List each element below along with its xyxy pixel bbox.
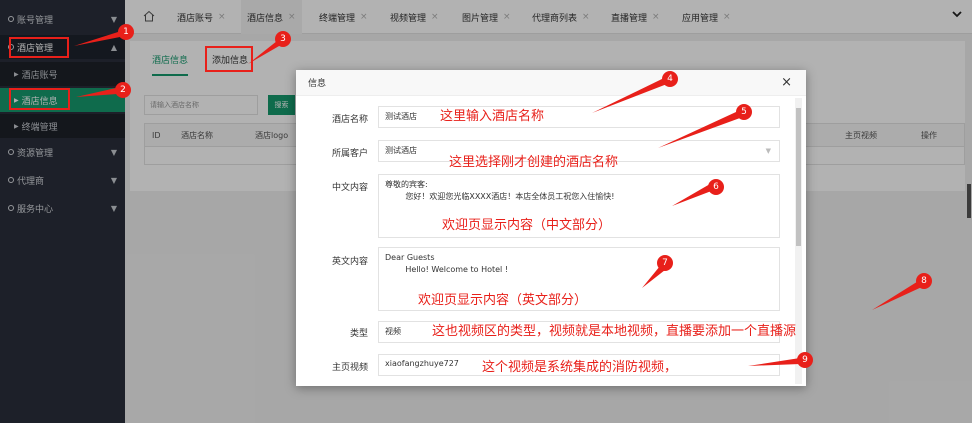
annotation-badge: 8 [916, 273, 932, 289]
annotation-text: 这也视频区的类型，视频就是本地视频，直播要添加一个直播源 [432, 324, 797, 339]
annotation-text: 这个视频是系统集成的消防视频， [482, 360, 678, 375]
annotation-badge: 6 [708, 179, 724, 195]
annotation-text: 欢迎页显示内容（中文部分） [442, 218, 612, 233]
annotation-badge: 3 [275, 31, 291, 47]
annotation-badge: 2 [115, 82, 131, 98]
annotation-text: 欢迎页显示内容（英文部分） [418, 293, 588, 308]
annotation-badge: 5 [736, 104, 752, 120]
annotation-text: 这里输入酒店名称 [440, 109, 545, 124]
annotation-badge: 4 [662, 71, 678, 87]
annotation-text: 这里选择刚才创建的酒店名称 [449, 155, 619, 170]
annotation-badge: 1 [118, 24, 134, 40]
annotation-badge: 9 [797, 352, 813, 368]
annotation-badge: 7 [657, 255, 673, 271]
